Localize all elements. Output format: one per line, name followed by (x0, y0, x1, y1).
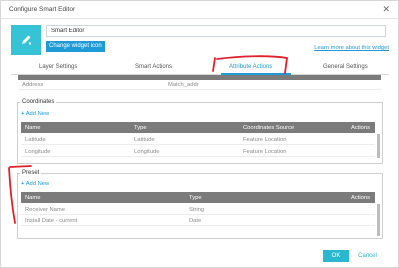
cell-source: Feature Location (243, 148, 287, 155)
coordinates-section: Coordinates + Add New Name Type Coordina… (17, 99, 383, 164)
learn-more-link[interactable]: Learn more about this widget (314, 45, 389, 51)
header-actions: Actions (351, 124, 371, 131)
table-row[interactable]: Latitude Latitude Feature Location (21, 134, 375, 145)
cell-name: Receiver Name (25, 206, 65, 213)
ok-button[interactable]: OK (323, 250, 349, 262)
widget-name-input[interactable] (46, 25, 386, 37)
cell-name: Install Date - current (25, 217, 78, 224)
coordinates-add-new-button[interactable]: + Add New (21, 111, 49, 117)
header-coordinates-source: Coordinates Source (243, 124, 295, 131)
cell-type: Date (189, 217, 202, 224)
cell-source: Feature Location (243, 136, 287, 143)
cell-type: Latitude (134, 136, 155, 143)
header-name: Name (25, 124, 41, 131)
preset-table-header: Name Type Actions (21, 192, 375, 203)
cell-type: String (189, 206, 205, 213)
plus-icon: + (21, 181, 25, 187)
row-value: Match_addr (168, 82, 199, 88)
tab-general-settings[interactable]: General Settings (323, 64, 368, 70)
dialog-title: Configure Smart Editor (9, 6, 76, 13)
preset-add-new-button[interactable]: + Add New (21, 181, 49, 187)
preset-legend: Preset (20, 170, 42, 176)
header-type: Type (189, 194, 202, 201)
cell-name: Longitude (25, 148, 51, 155)
tab-attribute-actions[interactable]: Attribute Actions (229, 64, 272, 70)
header-type: Type (134, 124, 147, 131)
tab-bar: Layer Settings Smart Actions Attribute A… (11, 61, 389, 75)
tab-smart-actions[interactable]: Smart Actions (135, 64, 172, 70)
cancel-button[interactable]: Cancel (354, 250, 381, 262)
table-row[interactable]: Install Date - current Date (21, 215, 375, 226)
row-name: Address (22, 82, 44, 88)
preset-section: Preset + Add New Name Type Actions Recei… (17, 170, 383, 239)
coordinates-table-header: Name Type Coordinates Source Actions (21, 122, 375, 133)
add-new-label: Add New (25, 181, 50, 187)
table-row[interactable]: Longitude Longitude Feature Location (21, 146, 375, 157)
header-actions: Actions (351, 194, 371, 201)
cell-name: Latitude (25, 136, 46, 143)
change-widget-icon-button[interactable]: Change widget icon (46, 41, 105, 52)
coordinates-scrollbar[interactable] (377, 134, 380, 158)
widget-icon (11, 25, 41, 55)
title-bar: Configure Smart Editor ✕ (1, 1, 398, 19)
table-row[interactable]: Receiver Name String (21, 204, 375, 215)
plus-icon: + (21, 111, 25, 117)
table-row[interactable]: Address Match_addr (18, 80, 381, 90)
pencil-icon (22, 35, 32, 45)
tab-layer-settings[interactable]: Layer Settings (39, 64, 77, 70)
preset-scrollbar[interactable] (377, 204, 380, 236)
cell-type: Longitude (134, 148, 160, 155)
configure-dialog: Configure Smart Editor ✕ Change widget i… (0, 0, 399, 268)
coordinates-legend: Coordinates (20, 99, 57, 105)
attribute-actions-panel[interactable]: Address Match_addr Coordinates + Add New… (11, 75, 389, 245)
close-icon[interactable]: ✕ (382, 4, 390, 14)
header-name: Name (25, 194, 41, 201)
add-new-label: Add New (25, 111, 50, 117)
